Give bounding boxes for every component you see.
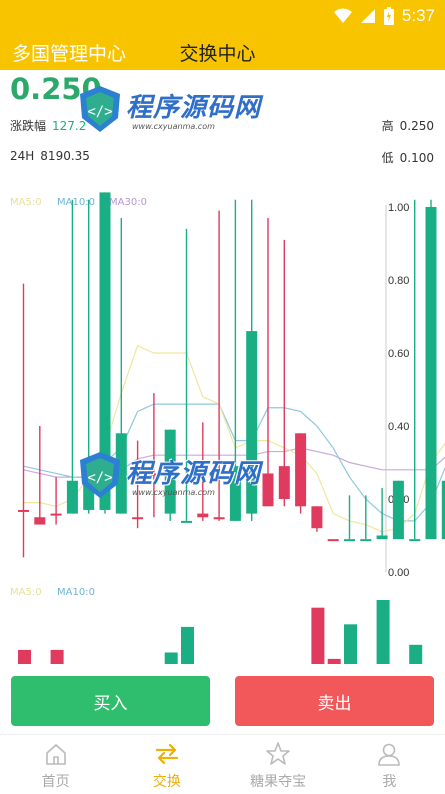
candle-body xyxy=(181,520,192,523)
candle-body xyxy=(164,429,176,514)
y-tick-label: 1.00 xyxy=(388,202,409,214)
candlestick-chart[interactable]: 1.000.800.600.400.200.00 xyxy=(0,180,445,665)
bottom-tab-bar: 首页 交换 糖果夺宝 我 xyxy=(0,734,445,794)
volume-bar xyxy=(344,624,357,664)
candle-body xyxy=(409,539,421,542)
candle-body xyxy=(425,207,437,540)
watermark-url: www.cxyuanma.com xyxy=(132,122,215,131)
volume-label: 24H xyxy=(10,149,35,163)
change-row: 涨跌幅 127.2 xyxy=(10,117,86,134)
candle-body xyxy=(295,433,307,507)
buy-button[interactable]: 买入 xyxy=(11,676,210,726)
signal-icon xyxy=(360,9,375,23)
low-value: 0.100 xyxy=(399,151,434,165)
high-row: 高 0.250 xyxy=(382,117,434,134)
watermark-name: 程序源码网 xyxy=(126,93,262,123)
candle-body xyxy=(213,517,225,520)
candle-body xyxy=(327,539,339,542)
volume-bar xyxy=(376,600,390,664)
high-label: 高 xyxy=(381,119,394,133)
low-row: 低 0.100 xyxy=(382,149,434,166)
volume-bar xyxy=(164,652,178,664)
candle-body xyxy=(34,517,46,525)
candle-body xyxy=(360,539,372,542)
sell-button[interactable]: 卖出 xyxy=(235,676,434,726)
tab-label: 首页 xyxy=(41,774,70,790)
person-icon xyxy=(378,743,401,766)
battery-icon xyxy=(383,7,394,25)
tab-exchange[interactable]: 交换 xyxy=(111,735,222,794)
candle-body xyxy=(66,480,78,514)
y-tick-label: 0.80 xyxy=(388,275,409,287)
volume-bar xyxy=(181,626,194,664)
candle-body xyxy=(83,480,95,510)
candle-body xyxy=(148,473,160,476)
star-icon xyxy=(266,742,290,765)
candle-body xyxy=(311,506,323,529)
candle-body xyxy=(392,480,404,540)
page-title-text: 交换中心 xyxy=(179,43,256,65)
volume-bar xyxy=(409,644,423,664)
volume-row: 24H 8190.35 xyxy=(10,149,90,163)
tab-label: 糖果夺宝 xyxy=(250,774,307,790)
change-label: 涨跌幅 xyxy=(10,119,47,133)
wifi-icon xyxy=(333,8,352,23)
tab-me[interactable]: 我 xyxy=(334,735,445,794)
back-title-button[interactable]: 多国管理中心 xyxy=(12,39,126,66)
watermark-top: </> 程序源码网 www.cxyuanma.com xyxy=(78,84,261,134)
candle-body xyxy=(344,539,355,542)
status-bar: 5:37 xyxy=(0,0,445,33)
candle-body xyxy=(18,509,29,512)
low-label: 低 xyxy=(381,151,394,165)
y-tick-label: 0.40 xyxy=(388,421,409,433)
home-icon xyxy=(45,743,66,765)
app-bar: 多国管理中心 交换中心 xyxy=(0,33,445,70)
candle-body xyxy=(262,473,274,507)
status-icons: 5:37 xyxy=(333,6,435,26)
tab-home[interactable]: 首页 xyxy=(0,735,111,794)
tab-label: 交换 xyxy=(152,774,181,790)
tab-label: 我 xyxy=(382,774,397,790)
candle-body xyxy=(50,513,62,516)
candle-body xyxy=(99,192,111,510)
candle-body xyxy=(132,517,144,520)
candle-body xyxy=(115,433,127,514)
candle-body xyxy=(278,466,290,499)
candle-body xyxy=(246,331,258,514)
svg-text:</>: </> xyxy=(87,104,112,120)
y-tick-label: 0.00 xyxy=(388,567,409,579)
candle-body xyxy=(229,466,241,521)
current-price: 0.250 xyxy=(10,72,102,106)
status-time: 5:37 xyxy=(401,6,435,25)
high-value: 0.250 xyxy=(399,119,434,133)
y-tick-label: 0.60 xyxy=(388,348,409,360)
candle-body xyxy=(376,535,388,540)
candle-body xyxy=(197,513,209,518)
volume-bar xyxy=(50,649,64,664)
change-value: 127.2 xyxy=(52,119,87,133)
volume-bar xyxy=(311,607,325,664)
volume-bar xyxy=(327,658,341,664)
exchange-icon xyxy=(155,743,178,765)
volume-value: 8190.35 xyxy=(40,149,90,163)
volume-bar xyxy=(18,649,31,664)
tab-candy[interactable]: 糖果夺宝 xyxy=(223,735,334,794)
